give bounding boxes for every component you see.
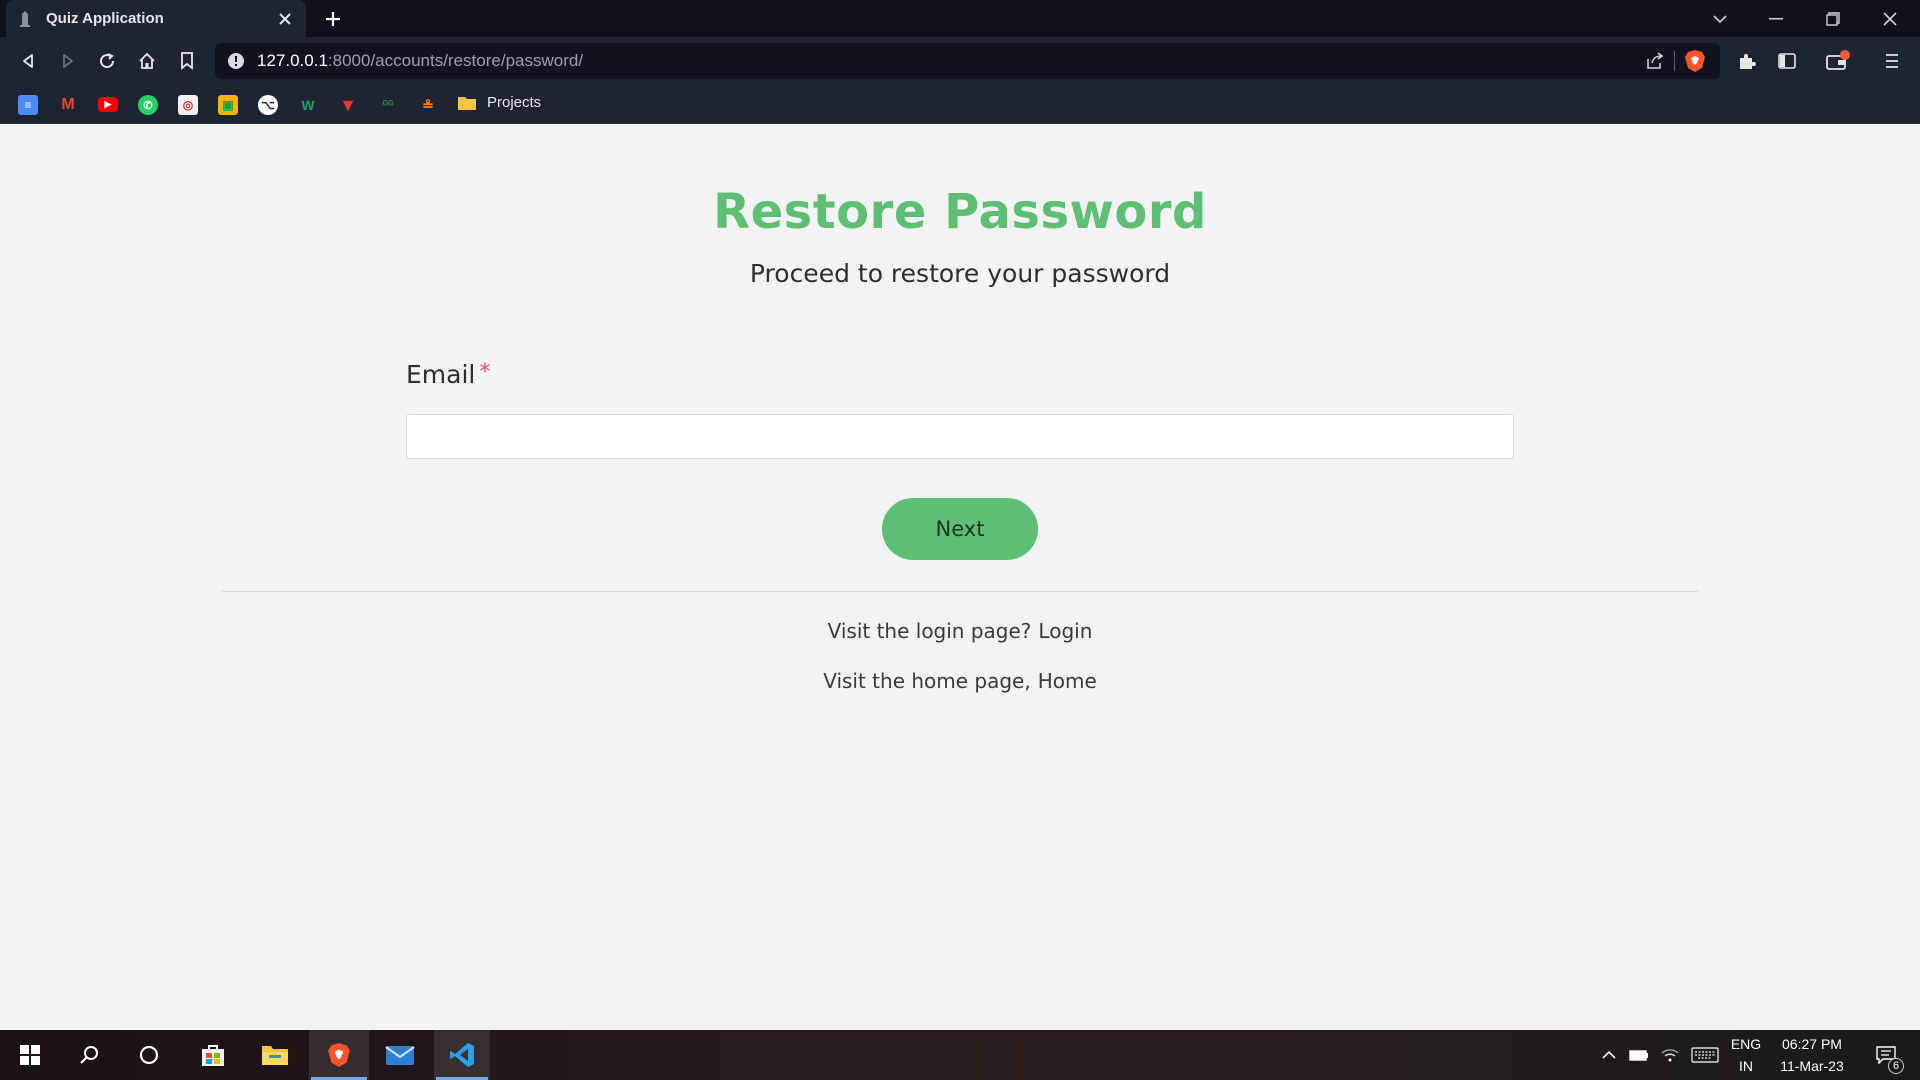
bookmark-red-site-icon[interactable]: ◎ bbox=[178, 95, 198, 115]
home-prompt-line: Visit the home page, Home bbox=[0, 669, 1920, 693]
stackoverflow-icon[interactable]: ≗ bbox=[418, 95, 438, 115]
menu-hamburger-icon[interactable] bbox=[1878, 47, 1906, 75]
whatsapp-icon[interactable]: ✆ bbox=[138, 95, 158, 115]
clock[interactable]: 06:27 PM 11-Mar-23 bbox=[1770, 1030, 1854, 1080]
next-button[interactable]: Next bbox=[882, 498, 1038, 560]
tab-quiz-application[interactable]: Quiz Application bbox=[6, 0, 306, 37]
windows-taskbar: ENG IN 06:27 PM 11-Mar-23 6 bbox=[0, 1030, 1920, 1080]
google-classroom-icon[interactable]: ▣ bbox=[218, 95, 238, 115]
restore-password-form: Email * bbox=[406, 360, 1514, 459]
restore-window-icon[interactable] bbox=[1805, 0, 1861, 37]
reload-icon[interactable] bbox=[93, 47, 121, 75]
site-info-icon[interactable] bbox=[227, 52, 245, 70]
sidebar-toggle-icon[interactable] bbox=[1773, 47, 1801, 75]
email-label-text: Email bbox=[406, 360, 476, 389]
django-favicon-icon bbox=[18, 10, 32, 27]
login-prompt-line: Visit the login page? Login bbox=[0, 619, 1920, 643]
login-prompt-text: Visit the login page? bbox=[827, 619, 1032, 643]
page-subtitle: Proceed to restore your password bbox=[749, 259, 1171, 288]
forward-arrow-icon[interactable] bbox=[54, 47, 82, 75]
brave-browser-taskbar-icon[interactable] bbox=[309, 1030, 369, 1080]
close-window-icon[interactable] bbox=[1862, 0, 1918, 37]
bookmark-w-icon[interactable]: W bbox=[298, 95, 318, 115]
bookmark-folder-projects[interactable]: Projects bbox=[457, 94, 541, 111]
wifi-icon[interactable] bbox=[1658, 1030, 1682, 1080]
bookmark-icon[interactable] bbox=[173, 47, 201, 75]
minimize-icon[interactable] bbox=[1748, 0, 1804, 37]
home-link[interactable]: Home bbox=[1038, 669, 1097, 693]
required-asterisk: * bbox=[479, 360, 491, 385]
windows-start-icon[interactable] bbox=[2, 1030, 58, 1080]
vscode-icon[interactable] bbox=[434, 1030, 490, 1080]
touch-keyboard-icon[interactable] bbox=[1690, 1030, 1720, 1080]
home-icon[interactable] bbox=[133, 47, 161, 75]
wallet-icon[interactable] bbox=[1824, 47, 1852, 75]
google-docs-icon[interactable]: ≡ bbox=[18, 95, 38, 115]
folder-icon bbox=[457, 95, 477, 111]
omnibox-divider bbox=[1674, 51, 1675, 71]
browser-tab-bar: Quiz Application bbox=[0, 0, 1920, 37]
mail-icon[interactable] bbox=[372, 1030, 428, 1080]
clock-date: 11-Mar-23 bbox=[1780, 1058, 1844, 1074]
microsoft-store-icon[interactable] bbox=[185, 1030, 241, 1080]
page-title: Restore Password bbox=[713, 184, 1207, 240]
bookmarks-bar: ≡ M ▶ ✆ ◎ ▣ ⌥ W ▼ ᴳᴳ ≗ Projects bbox=[0, 85, 1920, 124]
back-arrow-icon[interactable] bbox=[14, 47, 42, 75]
address-bar[interactable]: 127.0.0.1:8000/accounts/restore/password… bbox=[215, 43, 1720, 79]
brave-shields-icon[interactable] bbox=[1684, 49, 1706, 73]
gmail-icon[interactable]: M bbox=[58, 95, 78, 115]
tab-close-icon[interactable] bbox=[276, 10, 294, 28]
notification-center-icon[interactable]: 6 bbox=[1864, 1030, 1908, 1080]
share-icon[interactable] bbox=[1645, 51, 1665, 71]
page-content: Restore Password Proceed to restore your… bbox=[0, 124, 1920, 1030]
language-code: ENG bbox=[1730, 1036, 1762, 1052]
extensions-puzzle-icon[interactable] bbox=[1733, 47, 1761, 75]
geeksforgeeks-icon[interactable]: ᴳᴳ bbox=[378, 95, 398, 115]
browser-toolbar: 127.0.0.1:8000/accounts/restore/password… bbox=[0, 37, 1920, 85]
input-language-indicator[interactable]: ENG IN bbox=[1726, 1030, 1766, 1080]
divider bbox=[222, 591, 1698, 592]
notification-count-badge: 6 bbox=[1888, 1058, 1904, 1074]
home-prompt-text: Visit the home page, bbox=[823, 669, 1031, 693]
bookmark-folder-label: Projects bbox=[487, 94, 542, 111]
clock-time: 06:27 PM bbox=[1782, 1036, 1842, 1052]
battery-icon[interactable] bbox=[1627, 1030, 1651, 1080]
tab-title: Quiz Application bbox=[46, 10, 164, 27]
cortana-icon[interactable] bbox=[121, 1030, 177, 1080]
email-label: Email * bbox=[406, 360, 1514, 389]
login-link[interactable]: Login bbox=[1038, 619, 1092, 643]
show-hidden-icons-chevron-icon[interactable] bbox=[1598, 1030, 1620, 1080]
new-tab-plus-icon[interactable] bbox=[320, 6, 346, 32]
email-field[interactable] bbox=[406, 414, 1514, 459]
github-icon[interactable]: ⌥ bbox=[258, 95, 278, 115]
url-text[interactable]: 127.0.0.1:8000/accounts/restore/password… bbox=[257, 51, 583, 71]
bookmark-v-icon[interactable]: ▼ bbox=[338, 95, 358, 115]
region-code: IN bbox=[1739, 1058, 1753, 1074]
youtube-icon[interactable]: ▶ bbox=[98, 97, 118, 112]
search-icon[interactable] bbox=[61, 1030, 117, 1080]
file-explorer-icon[interactable] bbox=[247, 1030, 303, 1080]
tab-search-chevron-icon[interactable] bbox=[1692, 0, 1748, 37]
